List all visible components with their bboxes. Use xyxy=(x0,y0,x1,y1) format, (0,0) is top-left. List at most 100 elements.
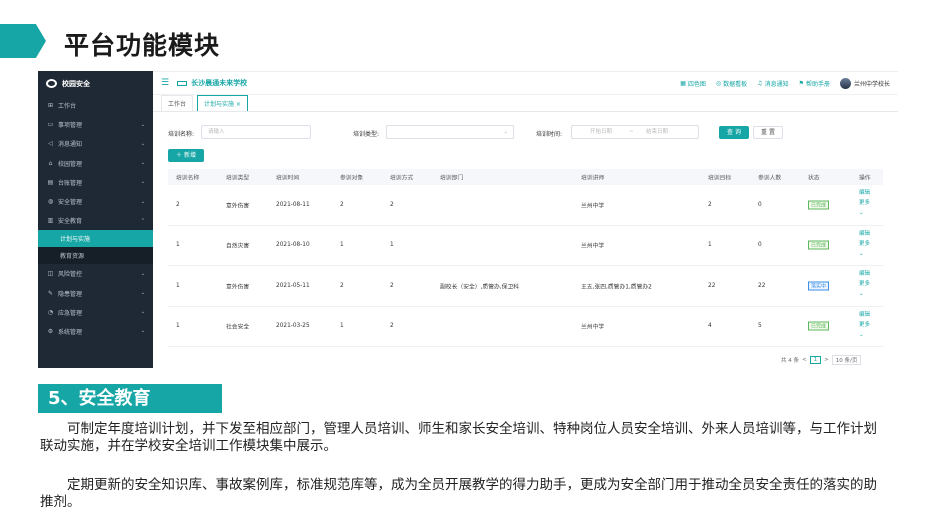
school-selector[interactable]: 长沙晨通未来学校 xyxy=(177,78,247,88)
table-cell: 自然灾害 xyxy=(226,243,250,250)
edit-link[interactable]: 编辑 xyxy=(859,229,870,239)
page-size-select[interactable]: 10 条/页 xyxy=(831,355,862,365)
prev-page-button[interactable]: < xyxy=(802,357,807,363)
brand-name: 校园安全 xyxy=(62,79,90,88)
chevron-down-icon[interactable]: ⌄ xyxy=(859,289,870,299)
logo-icon xyxy=(46,79,57,88)
top-bar: ☰ 长沙晨通未来学校 ▦ 四色图 ◎ 数据看板 ♫ 消息通知 ⚑ 帮助手册 兰州中学校长 xyxy=(153,72,898,95)
sidebar-item[interactable]: ◁ 消息通知 ⌄ xyxy=(38,134,153,153)
sidebar-item-label: 校园管理 xyxy=(58,160,83,168)
table-cell: 意外伤害 xyxy=(226,284,250,291)
type-filter-select[interactable]: ⌄ xyxy=(386,125,514,139)
sidebar-subitem[interactable]: 计划与实施 xyxy=(38,230,153,248)
sidebar-item-label: 工作台 xyxy=(58,103,77,111)
sidebar-item[interactable]: ▥ 安全教育 ⌃ xyxy=(38,211,153,230)
tab-workbench[interactable]: 工作台 xyxy=(161,95,194,111)
query-button[interactable]: 查 询 xyxy=(719,126,749,139)
more-link[interactable]: 更多 xyxy=(859,279,870,289)
table-cell: 2021-05-11 xyxy=(276,282,310,289)
table-cell: 1 xyxy=(340,323,344,330)
more-link[interactable]: 更多 xyxy=(859,239,870,249)
status-badge: 已完成 xyxy=(808,321,830,331)
row-actions: 编辑 更多 ⌄ xyxy=(859,310,870,340)
column-header: 培训目标 xyxy=(708,175,732,182)
next-page-button[interactable]: > xyxy=(824,357,829,363)
chevron-down-icon[interactable]: ⌄ xyxy=(859,249,870,259)
chevron-icon: ⌄ xyxy=(140,179,145,186)
status-badge: 已完成 xyxy=(808,240,830,250)
tab-plan-implementation[interactable]: 计划与实施 × xyxy=(197,95,248,111)
filter-bar: 培训名称: 请输入 培训类型: ⌄ 培训时间: 开始日期 ~ 结束日期 查 询 … xyxy=(153,125,898,141)
dashboard-icon: ◎ xyxy=(715,79,722,87)
edit-link[interactable]: 编辑 xyxy=(859,269,870,279)
reset-button[interactable]: 重 置 xyxy=(753,126,783,139)
edit-link[interactable]: 编辑 xyxy=(859,310,870,320)
add-button[interactable]: ＋ 新增 xyxy=(168,149,204,162)
chevron-icon: ⌄ xyxy=(140,328,145,335)
chevron-icon: ⌄ xyxy=(140,121,145,128)
sidebar-item-label: 消息通知 xyxy=(58,141,83,149)
chevron-icon: ⌄ xyxy=(140,140,145,147)
school-icon xyxy=(177,80,188,86)
chevron-icon: ⌄ xyxy=(140,198,145,205)
sidebar-item-label: 台账管理 xyxy=(58,179,83,187)
table-cell: 22 xyxy=(708,282,716,289)
table-cell: 2021-08-11 xyxy=(276,201,310,208)
chevron-icon: ⌄ xyxy=(140,309,145,316)
column-header: 参训人数 xyxy=(758,175,782,182)
map-icon: ▦ xyxy=(680,79,686,87)
page-number[interactable]: 1 xyxy=(809,356,822,364)
sidebar-item[interactable]: ▭ 事项管理 ⌄ xyxy=(38,115,153,134)
sidebar-item[interactable]: ⊞ 工作台 xyxy=(38,96,153,115)
sidebar-item[interactable]: ▤ 台账管理 ⌄ xyxy=(38,173,153,192)
page-tabs: 工作台 计划与实施 × xyxy=(153,95,898,112)
table-header: 培训名称 培训类型 培训时间 参训对象 培训方式 培训部门 培训讲师 培训目标 参训人数 状态 操作 xyxy=(168,169,883,185)
column-header: 参训对象 xyxy=(340,175,364,182)
pagination: 共 4 条 < 1 > 10 条/页 xyxy=(781,355,862,365)
status-badge: 已完成 xyxy=(808,200,830,210)
sidebar-item[interactable]: ◍ 安全管理 ⌄ xyxy=(38,192,153,211)
description-paragraph-1: 可制定年度培训计划，并下发至相应部门，管理人员培训、师生和家长安全培训、特种岗位… xyxy=(40,421,877,454)
table-cell: 社会安全 xyxy=(226,324,250,331)
name-filter-input[interactable]: 请输入 xyxy=(201,125,311,139)
dashboard-link[interactable]: ◎ 数据看板 xyxy=(716,79,747,88)
column-header: 培训时间 xyxy=(276,175,300,182)
sidebar-item-label: 安全管理 xyxy=(58,199,83,207)
status-badge: 落实中 xyxy=(808,281,830,291)
description-paragraph-2: 定期更新的安全知识库、事故案例库，标准规范库等，成为全员开展教学的得力助手，更成… xyxy=(40,477,877,510)
menu-toggle-icon[interactable]: ☰ xyxy=(161,78,169,88)
sidebar-item[interactable]: ◔ 应急管理 ⌄ xyxy=(38,303,153,322)
help-link[interactable]: ⚑ 帮助手册 xyxy=(799,79,830,88)
more-link[interactable]: 更多 xyxy=(859,198,870,208)
school-name: 长沙晨通未来学校 xyxy=(191,79,248,87)
sidebar-item[interactable]: ⌂ 校园管理 ⌄ xyxy=(38,154,153,173)
notifications-link[interactable]: ♫ 消息通知 xyxy=(757,79,788,88)
edit-link[interactable]: 编辑 xyxy=(859,188,870,198)
chevron-down-icon[interactable]: ⌄ xyxy=(859,330,870,340)
table-cell: 0 xyxy=(758,242,762,249)
chevron-icon: ⌄ xyxy=(140,290,145,297)
table-cell: 2 xyxy=(340,282,344,289)
sidebar-item[interactable]: ◫ 风险管控 ⌄ xyxy=(38,264,153,283)
date-range-picker[interactable]: 开始日期 ~ 结束日期 xyxy=(571,125,699,139)
time-filter-label: 培训时间: xyxy=(536,131,563,138)
column-header: 操作 xyxy=(859,175,871,182)
sidebar-item-label: 系统管理 xyxy=(58,328,83,336)
table-cell: 副校长（安全）,质管办,保卫科 xyxy=(440,284,520,291)
four-color-map-link[interactable]: ▦ 四色图 xyxy=(680,79,706,88)
title-accent-arrow xyxy=(0,24,46,58)
more-link[interactable]: 更多 xyxy=(859,320,870,330)
chevron-down-icon: ⌄ xyxy=(503,129,508,135)
sidebar-item-icon: ⌂ xyxy=(48,159,53,167)
user-menu[interactable]: 兰州中学校长 xyxy=(839,77,890,89)
sidebar-item-icon: ▥ xyxy=(47,217,54,225)
total-count: 共 4 条 xyxy=(781,358,799,364)
table-cell: 2 xyxy=(176,201,180,208)
sidebar-item[interactable]: ⚙ 系统管理 ⌄ xyxy=(38,322,153,341)
sidebar-item-icon: ◍ xyxy=(47,198,54,206)
bell-icon: ♫ xyxy=(757,79,763,87)
chevron-down-icon[interactable]: ⌄ xyxy=(859,208,870,218)
sidebar-item[interactable]: ✎ 隐患管理 ⌄ xyxy=(38,284,153,303)
sidebar-subitem[interactable]: 教育资源 xyxy=(38,247,153,265)
column-header: 状态 xyxy=(808,175,820,182)
